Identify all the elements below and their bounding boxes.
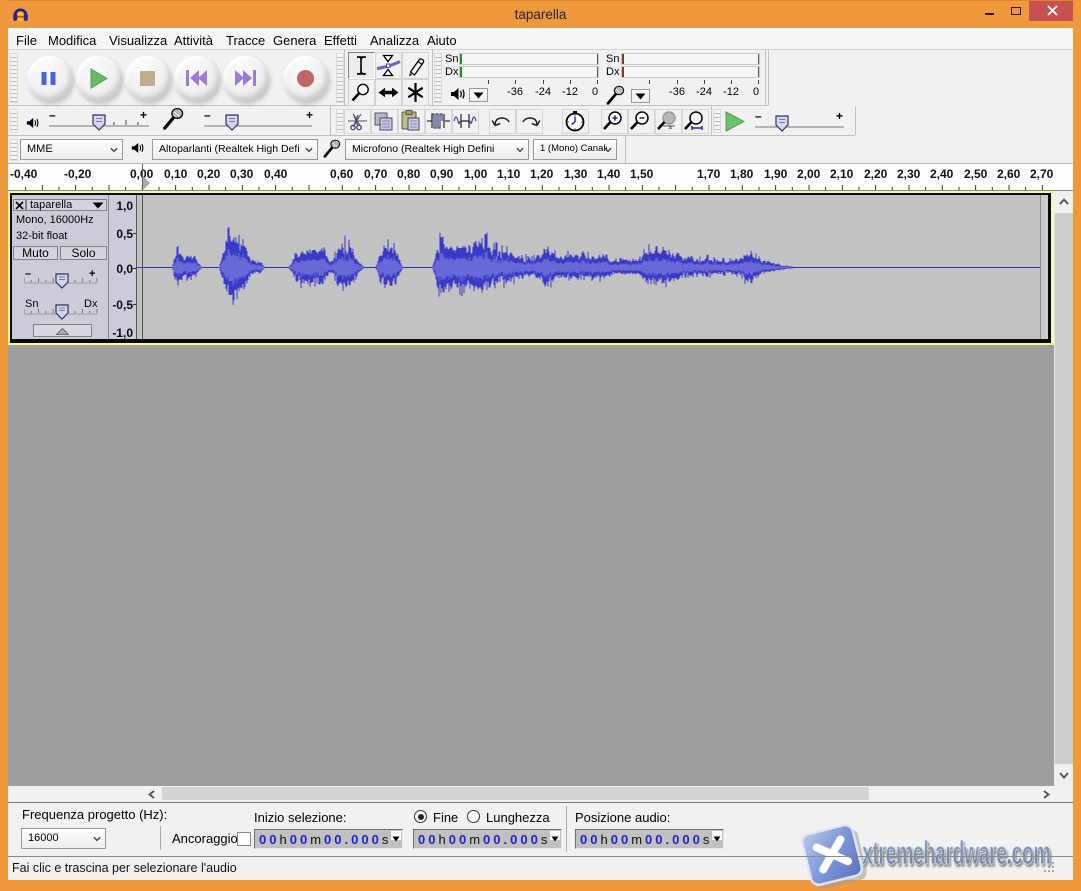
svg-text:xtremehardware.com: xtremehardware.com — [862, 834, 1050, 872]
